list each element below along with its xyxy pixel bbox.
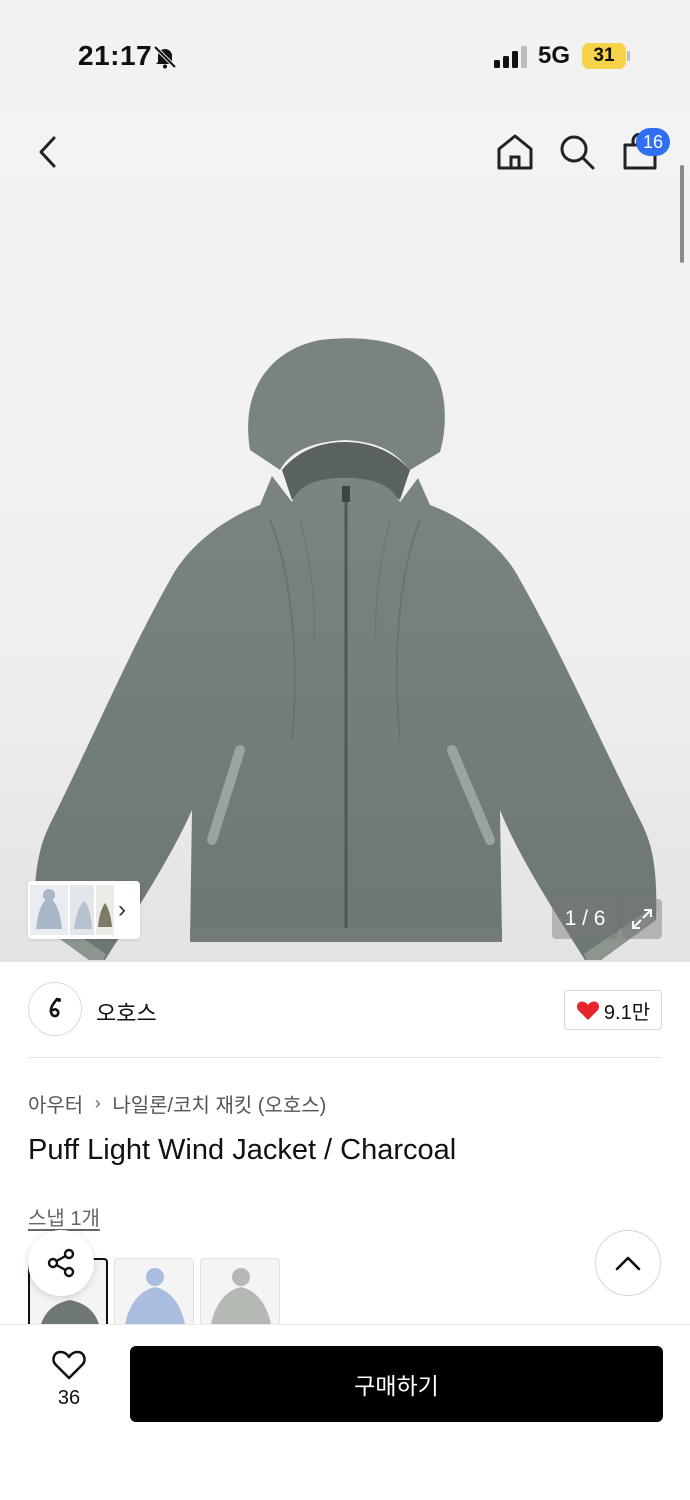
chevron-left-icon: [39, 136, 56, 168]
swatch-sky-blue[interactable]: [114, 1258, 194, 1324]
brand-logo-mark: [49, 997, 61, 1018]
image-counter: 1 / 6: [552, 899, 618, 939]
breadcrumb-subcategory[interactable]: 나일론/코치 재킷 (오호스): [112, 1089, 326, 1118]
bottom-action-bar: 36 구매하기: [0, 1324, 690, 1500]
bell-muted-icon: [153, 45, 177, 69]
divider: [28, 1057, 662, 1058]
cart-count-badge: 16: [636, 128, 670, 156]
brand-row[interactable]: 오호스 9.1만: [28, 982, 662, 1038]
heart-filled-icon: [576, 1001, 599, 1020]
brand-name[interactable]: 오호스: [96, 996, 157, 1028]
network-label: 5G: [538, 42, 571, 69]
signal-icon: [494, 46, 527, 68]
color-variants-thumbnail: [30, 885, 114, 935]
heart-outline-icon: [52, 1350, 86, 1380]
swatch-light-gray[interactable]: [200, 1258, 280, 1324]
home-button[interactable]: [494, 130, 536, 174]
wishlist-count: 36: [57, 1387, 81, 1409]
scroll-to-top-button[interactable]: [595, 1230, 661, 1296]
buy-button[interactable]: 구매하기: [130, 1346, 663, 1422]
product-image: [34, 338, 657, 960]
status-bar: 21:17 5G 31: [0, 0, 690, 110]
share-button[interactable]: [28, 1230, 94, 1296]
battery-indicator: 31: [582, 43, 626, 69]
thumbnail-strip[interactable]: ›: [28, 881, 140, 939]
status-time: 21:17: [78, 40, 153, 71]
share-icon: [47, 1248, 75, 1278]
chevron-up-icon: [615, 1256, 641, 1271]
brand-like-count: 9.1만: [603, 1001, 651, 1024]
fullscreen-button[interactable]: [622, 899, 662, 939]
brand-logo[interactable]: [28, 982, 82, 1036]
brand-like-button[interactable]: 9.1만: [564, 990, 662, 1030]
swatch-image: [125, 1268, 185, 1324]
breadcrumb-category[interactable]: 아우터: [28, 1089, 83, 1118]
expand-icon: [632, 909, 652, 929]
snap-link[interactable]: 스냅 1개: [28, 1202, 100, 1231]
search-button[interactable]: [556, 130, 598, 174]
swatch-image: [211, 1268, 271, 1324]
chevron-right-icon: ›: [94, 1093, 101, 1113]
search-icon: [560, 135, 595, 170]
battery-tip: [627, 51, 630, 61]
chevron-right-icon: ›: [118, 896, 126, 923]
product-title: Puff Light Wind Jacket / Charcoal: [28, 1134, 457, 1166]
product-gallery[interactable]: 16 › 1 / 6: [0, 110, 690, 962]
home-icon: [497, 134, 533, 170]
wishlist-button[interactable]: 36: [38, 1349, 100, 1419]
back-button[interactable]: [28, 130, 68, 174]
breadcrumb: 아우터 › 나일론/코치 재킷 (오호스): [28, 1089, 326, 1118]
